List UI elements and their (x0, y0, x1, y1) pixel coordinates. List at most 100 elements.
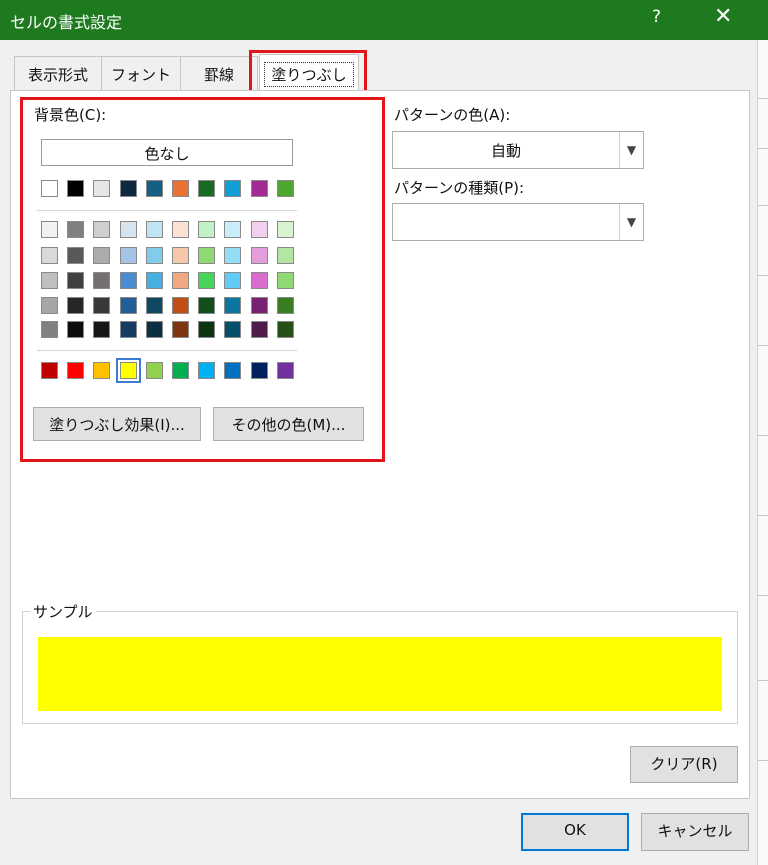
close-button[interactable]: ✕ (714, 4, 732, 29)
shade-color-swatch[interactable] (172, 221, 189, 238)
clear-button[interactable]: クリア(R) (630, 746, 738, 783)
shade-color-swatch[interactable] (41, 272, 58, 289)
shade-color-swatch[interactable] (41, 321, 58, 338)
theme-color-swatch[interactable] (41, 180, 58, 197)
palette-divider (37, 210, 297, 211)
worksheet-edge (757, 40, 768, 865)
shade-color-swatch[interactable] (41, 221, 58, 238)
shade-color-swatch[interactable] (67, 221, 84, 238)
shade-color-swatch[interactable] (67, 297, 84, 314)
shade-color-swatch[interactable] (198, 247, 215, 264)
shade-color-swatch[interactable] (224, 297, 241, 314)
shade-color-swatch[interactable] (251, 247, 268, 264)
shade-color-swatch[interactable] (93, 321, 110, 338)
chevron-down-icon[interactable]: ▼ (619, 204, 643, 240)
standard-color-swatch[interactable] (277, 362, 294, 379)
pattern-color-label: パターンの色(A): (394, 106, 511, 124)
pattern-color-value: 自動 (490, 142, 521, 160)
shade-color-swatch[interactable] (120, 221, 137, 238)
shade-color-swatch[interactable] (146, 272, 163, 289)
shade-color-swatch[interactable] (41, 247, 58, 264)
no-color-label: 色なし (144, 145, 190, 163)
theme-color-swatch[interactable] (93, 180, 110, 197)
standard-color-swatch[interactable] (146, 362, 163, 379)
ok-button[interactable]: OK (521, 813, 629, 851)
shade-color-swatch[interactable] (93, 272, 110, 289)
pattern-color-dropdown[interactable]: 自動 ▼ (392, 131, 644, 169)
tab-border[interactable]: 罫線 (180, 56, 258, 90)
cancel-button[interactable]: キャンセル (641, 813, 749, 851)
theme-color-swatch[interactable] (198, 180, 215, 197)
tab-fill[interactable]: 塗りつぶし (259, 54, 359, 92)
shade-color-swatch[interactable] (146, 297, 163, 314)
theme-color-swatch[interactable] (251, 180, 268, 197)
shade-color-swatch[interactable] (198, 297, 215, 314)
shade-color-swatch[interactable] (198, 321, 215, 338)
shade-color-swatch[interactable] (251, 297, 268, 314)
shade-color-swatch[interactable] (172, 247, 189, 264)
tab-font[interactable]: フォント (101, 56, 181, 90)
clear-label: クリア(R) (650, 755, 718, 773)
shade-color-swatch[interactable] (146, 321, 163, 338)
palette-divider (37, 350, 297, 351)
shade-color-swatch[interactable] (120, 272, 137, 289)
shade-color-swatch[interactable] (172, 321, 189, 338)
shade-color-swatch[interactable] (67, 272, 84, 289)
ok-label: OK (564, 821, 586, 839)
theme-color-swatch[interactable] (224, 180, 241, 197)
standard-color-swatch[interactable] (93, 362, 110, 379)
shade-color-swatch[interactable] (251, 272, 268, 289)
shade-color-swatch[interactable] (224, 272, 241, 289)
shade-color-swatch[interactable] (251, 221, 268, 238)
shade-color-swatch[interactable] (93, 221, 110, 238)
tab-number-format[interactable]: 表示形式 (14, 56, 102, 90)
theme-color-swatch[interactable] (67, 180, 84, 197)
standard-color-swatch[interactable] (116, 358, 141, 383)
title-bar: セルの書式設定 ? ✕ (0, 0, 768, 40)
shade-color-swatch[interactable] (224, 221, 241, 238)
sample-label: サンプル (30, 601, 96, 622)
shade-color-swatch[interactable] (93, 247, 110, 264)
theme-color-swatch[interactable] (172, 180, 189, 197)
tab-label: 塗りつぶし (264, 62, 354, 87)
shade-color-swatch[interactable] (277, 297, 294, 314)
shade-color-swatch[interactable] (198, 272, 215, 289)
shade-color-swatch[interactable] (277, 321, 294, 338)
theme-color-swatch[interactable] (146, 180, 163, 197)
theme-color-swatch[interactable] (277, 180, 294, 197)
standard-color-swatch[interactable] (41, 362, 58, 379)
standard-color-swatch[interactable] (224, 362, 241, 379)
shade-color-swatch[interactable] (67, 321, 84, 338)
cancel-label: キャンセル (657, 822, 733, 840)
help-button[interactable]: ? (652, 7, 661, 27)
shade-color-swatch[interactable] (120, 247, 137, 264)
shade-color-swatch[interactable] (277, 247, 294, 264)
shade-color-swatch[interactable] (224, 321, 241, 338)
shade-color-swatch[interactable] (224, 247, 241, 264)
shade-color-swatch[interactable] (41, 297, 58, 314)
pattern-style-dropdown[interactable]: ▼ (392, 203, 644, 241)
shade-color-swatch[interactable] (172, 297, 189, 314)
standard-color-swatch[interactable] (198, 362, 215, 379)
shade-color-swatch[interactable] (251, 321, 268, 338)
no-color-button[interactable]: 色なし (41, 139, 293, 166)
shade-color-swatch[interactable] (277, 221, 294, 238)
shade-color-swatch[interactable] (120, 321, 137, 338)
shade-color-swatch[interactable] (198, 221, 215, 238)
shade-color-swatch[interactable] (67, 247, 84, 264)
theme-color-swatch[interactable] (120, 180, 137, 197)
shade-color-swatch[interactable] (120, 297, 137, 314)
chevron-down-icon[interactable]: ▼ (619, 132, 643, 168)
more-colors-label: その他の色(M)... (231, 416, 346, 434)
shade-color-swatch[interactable] (172, 272, 189, 289)
shade-color-swatch[interactable] (93, 297, 110, 314)
standard-color-swatch[interactable] (67, 362, 84, 379)
shade-color-swatch[interactable] (277, 272, 294, 289)
standard-color-swatch[interactable] (251, 362, 268, 379)
sample-preview (38, 637, 722, 711)
shade-color-swatch[interactable] (146, 221, 163, 238)
shade-color-swatch[interactable] (146, 247, 163, 264)
more-colors-button[interactable]: その他の色(M)... (213, 407, 364, 441)
standard-color-swatch[interactable] (172, 362, 189, 379)
fill-effects-button[interactable]: 塗りつぶし効果(I)... (33, 407, 201, 441)
